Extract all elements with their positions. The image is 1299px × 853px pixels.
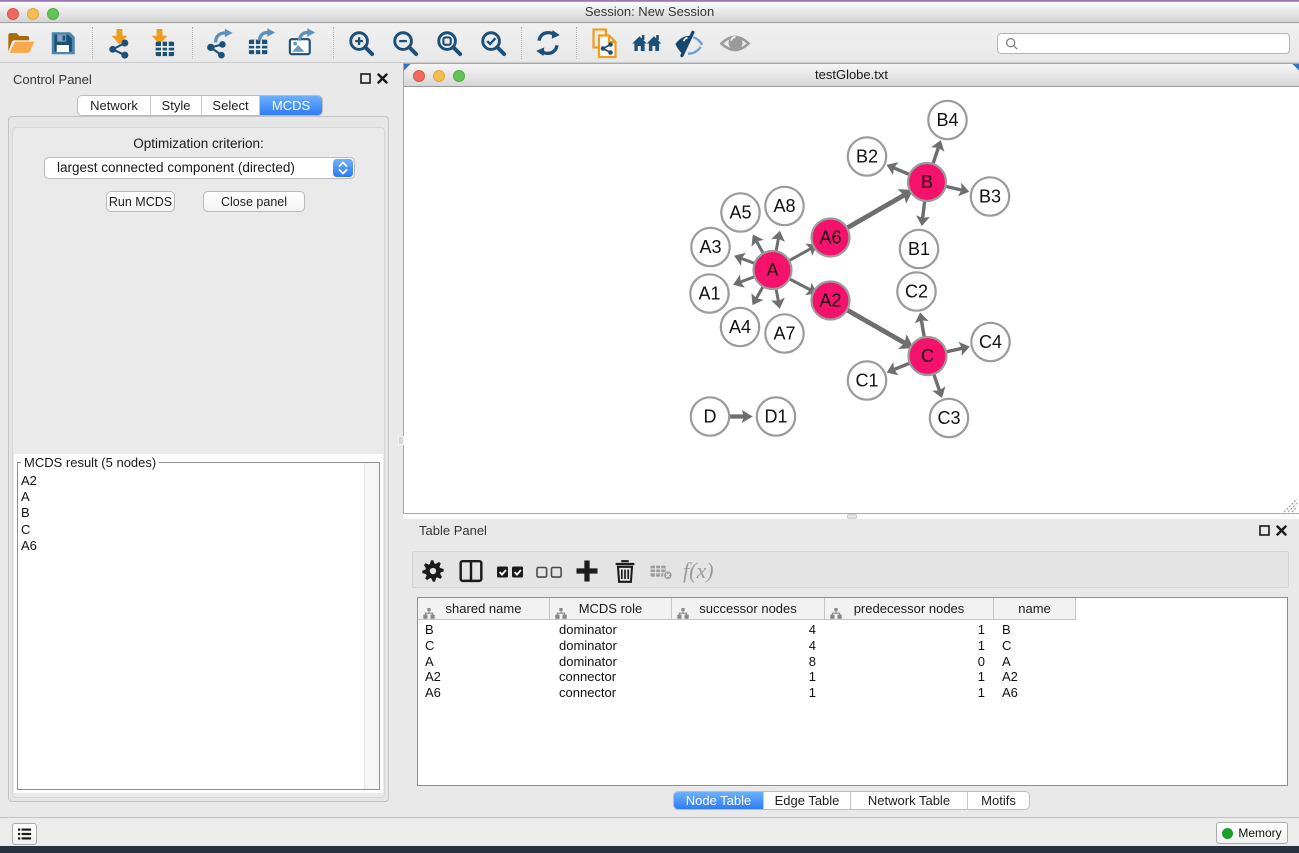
svg-text:A1: A1 [698,284,720,304]
svg-text:B3: B3 [979,187,1001,207]
svg-text:C3: C3 [937,408,960,428]
svg-text:D: D [704,407,717,427]
svg-text:A: A [766,260,778,280]
svg-text:A3: A3 [699,237,721,257]
svg-text:C4: C4 [979,332,1002,352]
svg-text:B: B [921,172,933,192]
svg-text:C: C [921,346,934,366]
svg-text:B2: B2 [856,147,878,167]
svg-text:A6: A6 [819,228,841,248]
svg-text:D1: D1 [764,407,787,427]
svg-text:A2: A2 [819,291,841,311]
svg-text:A4: A4 [729,317,751,337]
svg-text:A8: A8 [773,196,795,216]
svg-text:B1: B1 [908,239,930,259]
svg-text:C1: C1 [855,371,878,391]
svg-text:B4: B4 [936,110,958,130]
svg-text:A7: A7 [773,324,795,344]
svg-text:C2: C2 [905,282,928,302]
svg-text:A5: A5 [729,203,751,223]
